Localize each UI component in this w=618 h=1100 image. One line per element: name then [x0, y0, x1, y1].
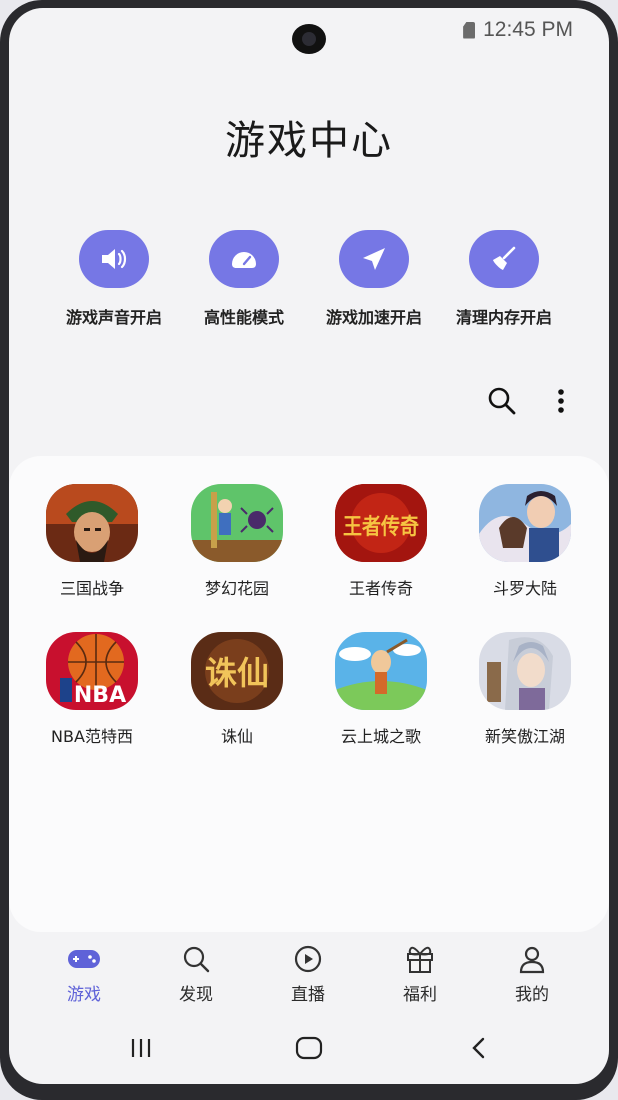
- game-icon-text: 王者传奇: [343, 514, 419, 540]
- game-item[interactable]: 新笑傲江湖: [452, 632, 598, 747]
- page-title: 游戏中心: [225, 118, 393, 164]
- quick-action-accelerate[interactable]: 游戏加速开启: [309, 230, 439, 328]
- quick-action-label: 高性能模式: [203, 308, 284, 327]
- performance-mode-button[interactable]: [209, 230, 279, 288]
- accelerate-button[interactable]: [339, 230, 409, 288]
- recents-button[interactable]: [121, 1028, 161, 1068]
- tab-discover[interactable]: 发现: [146, 944, 246, 1005]
- tab-label: 福利: [403, 985, 437, 1005]
- screen: 12:45 PM 游戏中心 游戏声音开启 高性能模式 游戏加速开启 清理内存开启…: [9, 8, 609, 1084]
- game-name: 新笑傲江湖: [484, 727, 565, 746]
- game-item[interactable]: 三国战争: [19, 484, 165, 599]
- game-name: 斗罗大陆: [492, 579, 557, 598]
- quick-action-label: 清理内存开启: [455, 308, 552, 327]
- phone-frame: 12:45 PM 游戏中心 游戏声音开启 高性能模式 游戏加速开启 清理内存开启…: [0, 0, 618, 1100]
- game-garden-icon[interactable]: [191, 484, 283, 562]
- tab-rewards[interactable]: 福利: [370, 944, 470, 1005]
- system-navigation: [9, 1028, 609, 1068]
- game-item[interactable]: 梦幻花园: [164, 484, 310, 599]
- sound-toggle-button[interactable]: [79, 230, 149, 288]
- more-icon[interactable]: [557, 388, 565, 414]
- status-time: 12:45 PM: [483, 18, 573, 41]
- bottom-navigation: 游戏 发现 直播 福利 我的: [9, 944, 609, 1005]
- sim-icon: [463, 21, 476, 39]
- game-item[interactable]: 云上城之歌: [308, 632, 454, 747]
- status-bar: 12:45 PM: [463, 18, 573, 42]
- search-icon: [183, 946, 210, 973]
- quick-action-label: 游戏加速开启: [325, 308, 422, 327]
- game-name: 梦幻花园: [204, 579, 269, 598]
- toolbar: [487, 386, 565, 416]
- game-cloudcity-icon[interactable]: [335, 632, 427, 710]
- home-icon: [295, 1036, 323, 1060]
- tab-label: 我的: [515, 985, 549, 1005]
- tab-label: 游戏: [67, 985, 101, 1005]
- game-name: NBA范特西: [51, 727, 133, 746]
- person-icon: [519, 946, 545, 974]
- game-name: 诛仙: [220, 727, 253, 746]
- speedometer-icon: [232, 252, 256, 268]
- game-sanguo-icon[interactable]: [46, 484, 138, 562]
- search-icon[interactable]: [487, 386, 517, 416]
- front-camera: [292, 24, 326, 54]
- gamepad-icon: [68, 950, 100, 968]
- speaker-icon: [102, 249, 127, 269]
- game-name: 王者传奇: [348, 579, 413, 598]
- game-name: 三国战争: [59, 579, 124, 598]
- back-button[interactable]: [459, 1028, 499, 1068]
- game-nba-icon[interactable]: NBA: [46, 632, 138, 710]
- quick-action-sound[interactable]: 游戏声音开启: [49, 230, 179, 328]
- paper-plane-icon: [363, 248, 385, 270]
- game-icon-text: 诛仙: [205, 654, 269, 692]
- game-icon-text: NBA: [74, 683, 126, 708]
- game-jianghu-icon[interactable]: [479, 632, 571, 710]
- game-douluo-icon[interactable]: [479, 484, 571, 562]
- game-item[interactable]: 斗罗大陆: [452, 484, 598, 599]
- clean-memory-button[interactable]: [469, 230, 539, 288]
- game-item[interactable]: 诛仙 诛仙: [164, 632, 310, 747]
- tab-profile[interactable]: 我的: [482, 944, 582, 1005]
- home-button[interactable]: [289, 1028, 329, 1068]
- tab-live[interactable]: 直播: [258, 944, 358, 1005]
- game-list-panel: 三国战争 梦幻花园 王者传奇 王者传奇 斗罗大陆 NBA NBA范特西 诛仙 诛…: [9, 456, 609, 932]
- quick-action-label: 游戏声音开启: [65, 308, 162, 327]
- game-zhuxian-icon[interactable]: 诛仙: [191, 632, 283, 710]
- gift-icon: [407, 946, 433, 973]
- play-circle-icon: [294, 945, 322, 973]
- tab-label: 直播: [291, 985, 325, 1005]
- quick-action-performance[interactable]: 高性能模式: [179, 230, 309, 328]
- game-item[interactable]: NBA NBA范特西: [19, 632, 165, 747]
- game-name: 云上城之歌: [340, 727, 421, 746]
- tab-games[interactable]: 游戏: [34, 944, 134, 1005]
- game-item[interactable]: 王者传奇 王者传奇: [308, 484, 454, 599]
- quick-action-clean[interactable]: 清理内存开启: [439, 230, 569, 328]
- back-icon: [472, 1037, 485, 1059]
- tab-label: 发现: [179, 985, 213, 1005]
- recents-icon: [131, 1039, 151, 1057]
- broom-icon: [493, 246, 516, 270]
- game-legend-icon[interactable]: 王者传奇: [335, 484, 427, 562]
